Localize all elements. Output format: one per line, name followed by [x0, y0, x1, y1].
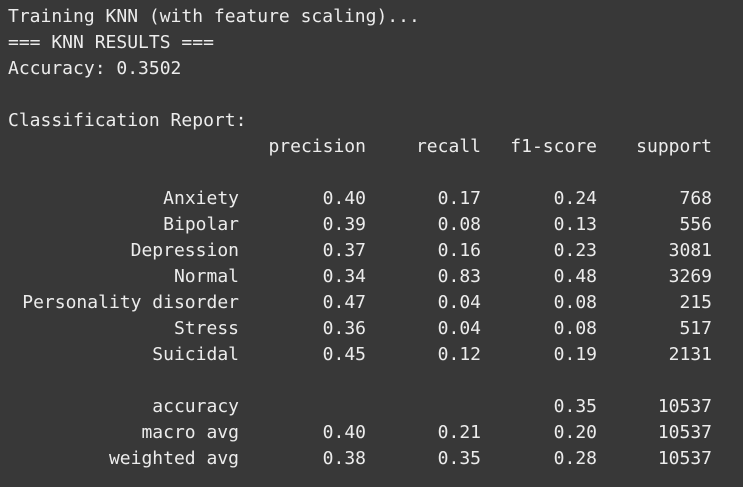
row-label: Anxiety — [163, 188, 239, 209]
row-support: 2131 — [668, 344, 712, 365]
row-f1-score: 0.28 — [553, 448, 597, 469]
row-recall: 0.12 — [437, 344, 481, 365]
row-support: 10537 — [657, 396, 712, 417]
row-f1-score: 0.19 — [553, 344, 597, 365]
row-recall: 0.17 — [437, 188, 481, 209]
row-recall: 0.21 — [437, 422, 481, 443]
row-precision: 0.40 — [322, 188, 366, 209]
row-f1-score: 0.13 — [553, 214, 597, 235]
row-precision: 0.36 — [322, 318, 366, 339]
row-support: 3269 — [668, 266, 712, 287]
column-header-support: support — [636, 136, 712, 157]
row-f1-score: 0.08 — [553, 318, 597, 339]
report-title: Classification Report: — [8, 110, 247, 131]
row-f1-score: 0.23 — [553, 240, 597, 261]
row-f1-score: 0.24 — [553, 188, 597, 209]
row-recall: 0.08 — [437, 214, 481, 235]
results-heading: === KNN RESULTS === — [8, 32, 214, 53]
row-recall: 0.04 — [437, 318, 481, 339]
row-label: Depression — [130, 240, 239, 261]
row-precision: 0.47 — [322, 292, 366, 313]
row-recall: 0.35 — [437, 448, 481, 469]
row-f1-score: 0.08 — [553, 292, 597, 313]
training-status-line: Training KNN (with feature scaling)... — [8, 6, 420, 27]
column-header-precision: precision — [268, 136, 366, 157]
row-f1-score: 0.48 — [553, 266, 597, 287]
row-support: 10537 — [657, 422, 712, 443]
row-recall: 0.04 — [437, 292, 481, 313]
row-precision: 0.34 — [322, 266, 366, 287]
row-precision: 0.38 — [322, 448, 366, 469]
row-label: Suicidal — [152, 344, 239, 365]
row-support: 215 — [679, 292, 712, 313]
row-precision: 0.37 — [322, 240, 366, 261]
row-precision — [230, 394, 366, 420]
row-support: 556 — [679, 214, 712, 235]
row-label: Bipolar — [163, 214, 239, 235]
row-label: Stress — [173, 318, 239, 339]
row-support: 10537 — [657, 448, 712, 469]
accuracy-line: Accuracy: 0.3502 — [8, 58, 182, 79]
row-recall — [366, 394, 481, 420]
row-label: accuracy — [152, 396, 239, 417]
column-header-recall: recall — [415, 136, 481, 157]
row-support: 3081 — [668, 240, 712, 261]
row-recall: 0.83 — [437, 266, 481, 287]
row-support: 768 — [679, 188, 712, 209]
row-precision: 0.45 — [322, 344, 366, 365]
row-label: weighted avg — [108, 448, 239, 469]
row-label: macro avg — [141, 422, 239, 443]
row-precision: 0.40 — [322, 422, 366, 443]
row-f1-score: 0.35 — [553, 396, 597, 417]
row-label: Normal — [173, 266, 239, 287]
row-recall: 0.16 — [437, 240, 481, 261]
column-header-f1-score: f1-score — [510, 136, 597, 157]
row-support: 517 — [679, 318, 712, 339]
row-precision: 0.39 — [322, 214, 366, 235]
row-f1-score: 0.20 — [553, 422, 597, 443]
row-label: Personality disorder — [22, 292, 239, 313]
